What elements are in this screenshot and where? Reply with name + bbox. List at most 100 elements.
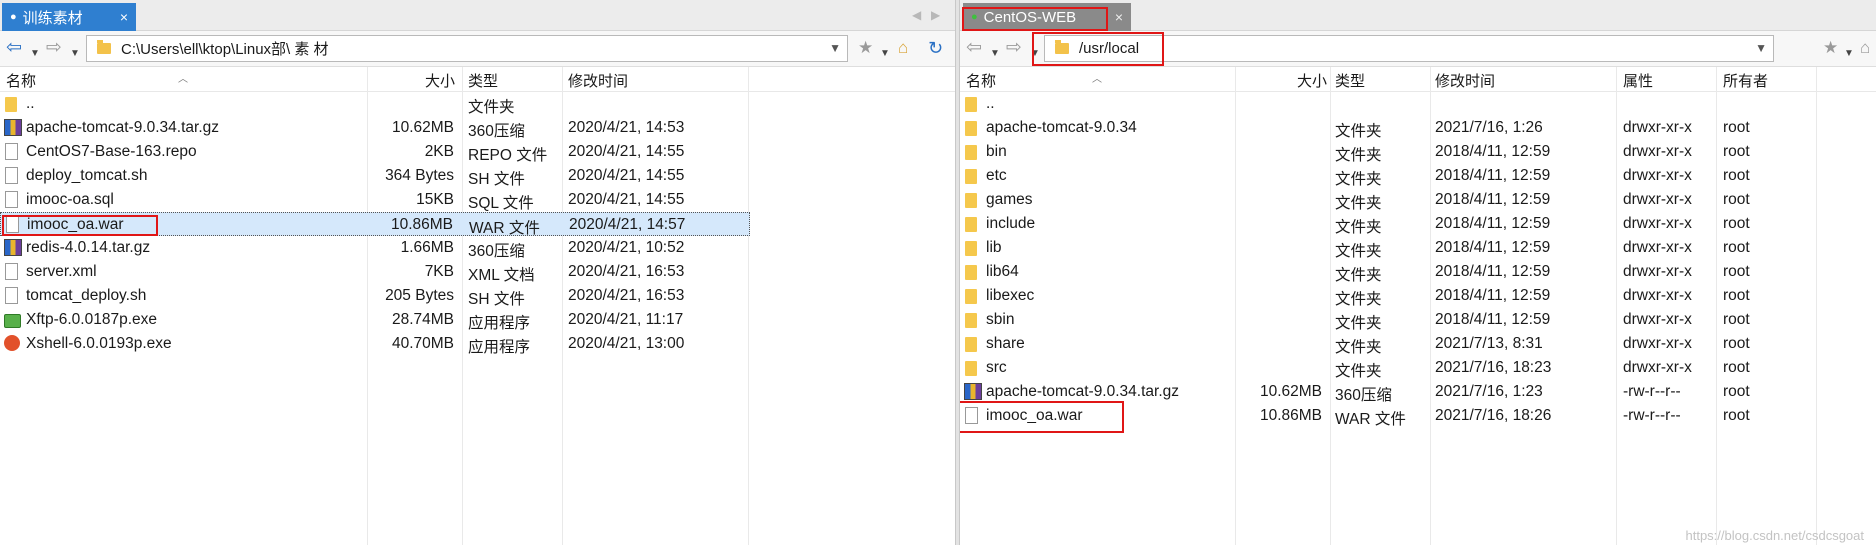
back-arrow-icon[interactable]: ⇦ [6,37,22,59]
file-permissions: drwxr-xr-x [1623,215,1692,232]
file-row[interactable]: share 文件夹 2021/7/13, 8:31 drwxr-xr-x root [960,332,1876,356]
file-row[interactable]: apache-tomcat-9.0.34.tar.gz 10.62MB 360压缩 2… [0,116,750,140]
favorite-dropdown-icon[interactable]: ▼ [880,43,890,65]
col-name[interactable]: 名称 [6,70,36,91]
file-mtime: 2021/7/16, 18:26 [1435,407,1552,424]
col-type[interactable]: 类型 [1335,70,1365,91]
file-row[interactable]: src 文件夹 2021/7/16, 18:23 drwxr-xr-x root [960,356,1876,380]
file-type: XML 文档 [468,267,535,284]
file-type: SH 文件 [468,291,525,308]
tab-local[interactable]: ● 训练素材 × [2,3,136,31]
file-row[interactable]: apache-tomcat-9.0.34 文件夹 2021/7/16, 1:26 dr… [960,116,1876,140]
file-row[interactable]: tomcat_deploy.sh 205 Bytes SH 文件 2020/4/21,… [0,284,750,308]
watermark: https://blog.csdn.net/csdcsgoat [1685,528,1865,543]
file-row[interactable]: lib64 文件夹 2018/4/11, 12:59 drwxr-xr-x root [960,260,1876,284]
file-row[interactable]: CentOS7-Base-163.repo 2KB REPO 文件 2020/4/21… [0,140,750,164]
favorite-star-icon[interactable]: ★ [858,37,873,59]
file-row[interactable]: bin 文件夹 2018/4/11, 12:59 drwxr-xr-x root [960,140,1876,164]
col-type[interactable]: 类型 [468,70,498,91]
refresh-icon[interactable]: ↻ [928,37,943,59]
file-row[interactable]: Xshell-6.0.0193p.exe 40.70MB 应用程序 2020/4/21… [0,332,750,356]
local-tabstrip: ● 训练素材 × ◀ ▶ [0,0,955,31]
parent-folder-icon[interactable]: ⌂ [1860,37,1870,59]
file-row[interactable]: .. 文件夹 [0,92,750,116]
file-type: 文件夹 [1335,195,1382,212]
file-size: 205 Bytes [385,287,454,304]
file-row[interactable]: include 文件夹 2018/4/11, 12:59 drwxr-xr-x root [960,212,1876,236]
file-type: 文件夹 [1335,243,1382,260]
forward-arrow-icon[interactable]: ⇨ [1006,37,1022,59]
folder-icon [965,313,977,328]
file-name: lib [986,239,1002,256]
local-path-field[interactable]: C:\Users\ell\ktop\Linux部\ 素 材 ▼ [86,35,848,62]
back-dropdown-icon[interactable]: ▼ [30,43,40,65]
path-history-dropdown-icon[interactable]: ▼ [1755,41,1767,55]
file-size: 10.62MB [391,119,454,136]
file-permissions: drwxr-xr-x [1623,143,1692,160]
tab-prev-icon[interactable]: ◀ [912,8,921,22]
local-pane: ● 训练素材 × ◀ ▶ ⇦ ▼ ⇨ ▼ C:\Users\ell\ktop\L… [0,0,955,545]
file-name: sbin [986,311,1015,328]
file-permissions: drwxr-xr-x [1623,119,1692,136]
file-row[interactable]: .. [960,92,1876,116]
file-name: bin [986,143,1007,160]
col-size[interactable]: 大小 [425,70,455,91]
col-mtime[interactable]: 修改时间 [1435,70,1495,91]
file-row[interactable]: imooc-oa.sql 15KB SQL 文件 2020/4/21, 14:55 [0,188,750,212]
file-owner: root [1723,119,1750,136]
file-row[interactable]: lib 文件夹 2018/4/11, 12:59 drwxr-xr-x root [960,236,1876,260]
favorite-dropdown-icon[interactable]: ▼ [1844,43,1854,65]
forward-arrow-icon[interactable]: ⇨ [46,37,62,59]
col-owner[interactable]: 所有者 [1723,70,1768,91]
forward-dropdown-icon[interactable]: ▼ [70,43,80,65]
file-mtime: 2020/4/21, 10:52 [568,239,685,256]
sort-arrow-icon: ︿ [178,74,188,85]
file-owner: root [1723,263,1750,280]
file-name: src [986,359,1007,376]
col-mtime[interactable]: 修改时间 [568,70,628,91]
file-size: 7KB [424,263,454,280]
file-type: REPO 文件 [468,147,548,164]
file-row[interactable]: sbin 文件夹 2018/4/11, 12:59 drwxr-xr-x root [960,308,1876,332]
col-size[interactable]: 大小 [1297,70,1327,91]
local-path-text: C:\Users\ell\ktop\Linux部\ 素 材 [121,41,329,58]
archive-icon [4,119,22,136]
back-arrow-icon[interactable]: ⇦ [966,37,982,59]
file-row[interactable]: deploy_tomcat.sh 364 Bytes SH 文件 2020/4/21,… [0,164,750,188]
parent-folder-icon[interactable]: ⌂ [898,37,908,59]
local-column-header: 名称 ︿ 大小 类型 修改时间 [0,67,955,92]
favorite-star-icon[interactable]: ★ [1823,37,1838,59]
file-type: 应用程序 [468,315,531,332]
file-row[interactable]: etc 文件夹 2018/4/11, 12:59 drwxr-xr-x root [960,164,1876,188]
file-name: Xshell-6.0.0193p.exe [26,335,172,352]
file-name: .. [26,95,35,112]
highlight-box [960,401,1124,433]
folder-icon [965,121,977,136]
file-permissions: drwxr-xr-x [1623,263,1692,280]
tab-next-icon[interactable]: ▶ [931,8,940,22]
file-size: 28.74MB [391,311,454,328]
file-row[interactable]: Xftp-6.0.0187p.exe 28.74MB 应用程序 2020/4/21, … [0,308,750,332]
folder-icon [965,265,977,280]
file-type: 文件夹 [1335,291,1382,308]
file-permissions: -rw-r--r-- [1623,383,1681,400]
document-icon [5,143,18,160]
sort-arrow-icon: ︿ [1092,74,1102,85]
back-dropdown-icon[interactable]: ▼ [990,43,1000,65]
col-perm[interactable]: 属性 [1623,70,1653,91]
file-mtime: 2020/4/21, 11:17 [568,311,684,328]
file-row[interactable]: games 文件夹 2018/4/11, 12:59 drwxr-xr-x root [960,188,1876,212]
col-name[interactable]: 名称 [966,70,996,91]
file-size: 40.70MB [391,335,454,352]
close-tab-icon[interactable]: × [1115,9,1123,25]
file-row[interactable]: libexec 文件夹 2018/4/11, 12:59 drwxr-xr-x root [960,284,1876,308]
file-permissions: drwxr-xr-x [1623,239,1692,256]
file-name: imooc-oa.sql [26,191,114,208]
close-tab-icon[interactable]: × [120,9,128,25]
path-history-dropdown-icon[interactable]: ▼ [829,41,841,55]
tab-local-label: 训练素材 [22,9,83,27]
folder-icon [965,97,977,112]
file-mtime: 2018/4/11, 12:59 [1435,239,1551,256]
file-row[interactable]: server.xml 7KB XML 文档 2020/4/21, 16:53 [0,260,750,284]
file-row[interactable]: redis-4.0.14.tar.gz 1.66MB 360压缩 2020/4/21,… [0,236,750,260]
